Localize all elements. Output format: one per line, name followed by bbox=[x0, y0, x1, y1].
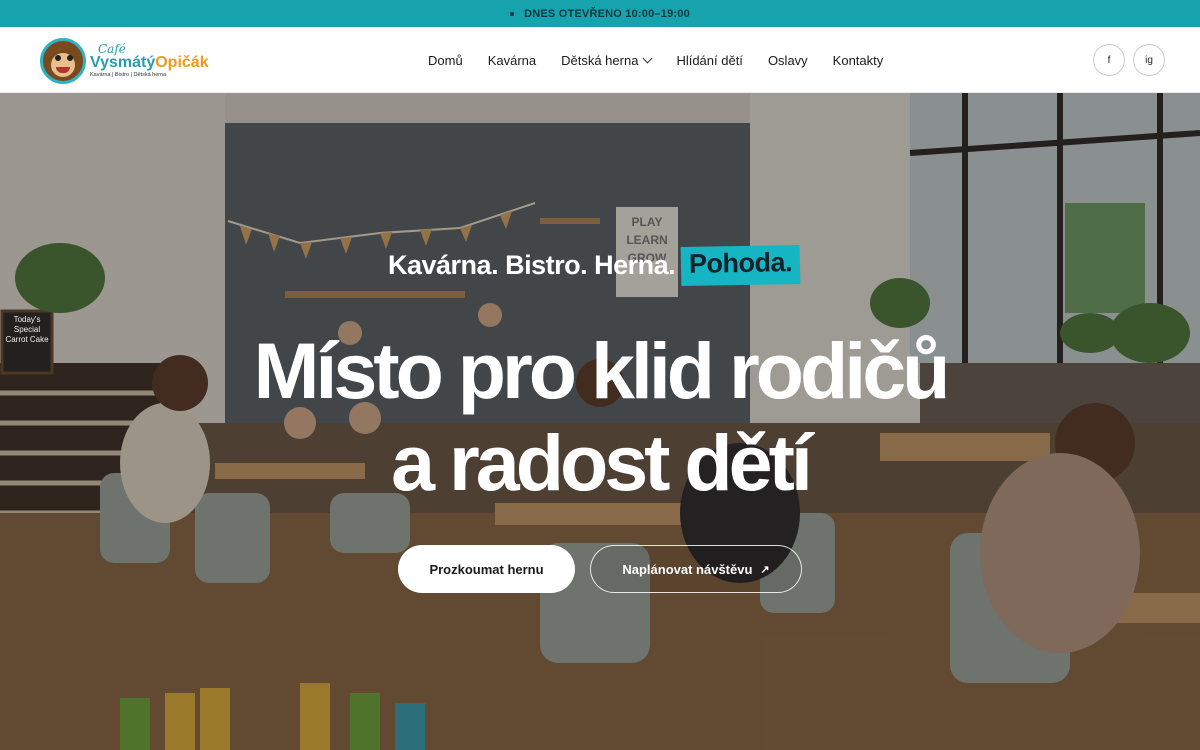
main-nav: Domů Kavárna Dětská herna Hlídání dětí O… bbox=[428, 27, 908, 93]
headline-line-2: a radost dětí bbox=[391, 418, 813, 507]
logo-name: VysmátýOpičák bbox=[90, 55, 209, 71]
opening-hours-text: DNES OTEVŘENO 10:00–19:00 bbox=[524, 7, 690, 20]
nav-label: Dětská herna bbox=[561, 52, 639, 68]
site-header: Café VysmátýOpičák Kavárna | Bistro | Dě… bbox=[0, 27, 1200, 93]
plan-visit-label: Naplánovat návštěvu bbox=[622, 561, 753, 577]
facebook-icon: f bbox=[1107, 54, 1111, 66]
nav-item-parties[interactable]: Oslavy bbox=[768, 53, 808, 68]
hero-tagline: Kavárna. Bistro. Herna. Pohoda. bbox=[388, 244, 801, 287]
nav-item-contacts[interactable]: Kontakty bbox=[833, 53, 884, 68]
plan-visit-button[interactable]: Naplánovat návštěvu ↗ bbox=[590, 545, 802, 593]
logo-subtitle: Kavárna | Bistro | Dětská herna bbox=[90, 72, 167, 79]
nav-label: Kontakty bbox=[832, 52, 884, 68]
explore-playroom-label: Prozkoumat hernu bbox=[429, 561, 544, 577]
logo-name-part2: Opičák bbox=[155, 54, 209, 72]
logo-name-part1: Vysmátý bbox=[90, 54, 156, 72]
chevron-down-icon bbox=[642, 53, 653, 64]
nav-label: Hlídání dětí bbox=[676, 52, 743, 68]
logo-text: Café VysmátýOpičák Kavárna | Bistro | Dě… bbox=[90, 43, 209, 79]
hero-section: Today's Special Carrot Cake PLAY LEARN G… bbox=[0, 93, 1200, 750]
hero-headline: Místo pro klid rodičů a radost dětí bbox=[0, 325, 1200, 509]
headline-line-1: Místo pro klid rodičů bbox=[253, 326, 951, 415]
nav-label: Oslavy bbox=[767, 52, 808, 68]
opening-hours-bar: DNES OTEVŘENO 10:00–19:00 bbox=[0, 0, 1200, 27]
monkey-logo-icon bbox=[40, 38, 86, 84]
explore-playroom-button[interactable]: Prozkoumat hernu bbox=[398, 545, 575, 593]
bullet-icon bbox=[510, 11, 515, 16]
nav-item-cafe[interactable]: Kavárna bbox=[488, 53, 536, 68]
logo[interactable]: Café VysmátýOpičák Kavárna | Bistro | Dě… bbox=[40, 34, 209, 88]
instagram-button[interactable]: ig bbox=[1133, 44, 1165, 76]
tagline-text: Kavárna. Bistro. Herna. bbox=[388, 250, 676, 280]
nav-label: Domů bbox=[428, 52, 463, 68]
facebook-button[interactable]: f bbox=[1093, 44, 1125, 76]
nav-label: Kavárna bbox=[487, 52, 537, 68]
nav-item-playroom[interactable]: Dětská herna bbox=[561, 52, 653, 68]
instagram-icon: ig bbox=[1145, 54, 1153, 66]
tagline-highlight: Pohoda. bbox=[680, 244, 801, 287]
nav-item-home[interactable]: Domů bbox=[428, 53, 463, 68]
nav-item-babysitting[interactable]: Hlídání dětí bbox=[676, 53, 743, 68]
arrow-up-right-icon: ↗ bbox=[760, 563, 770, 576]
